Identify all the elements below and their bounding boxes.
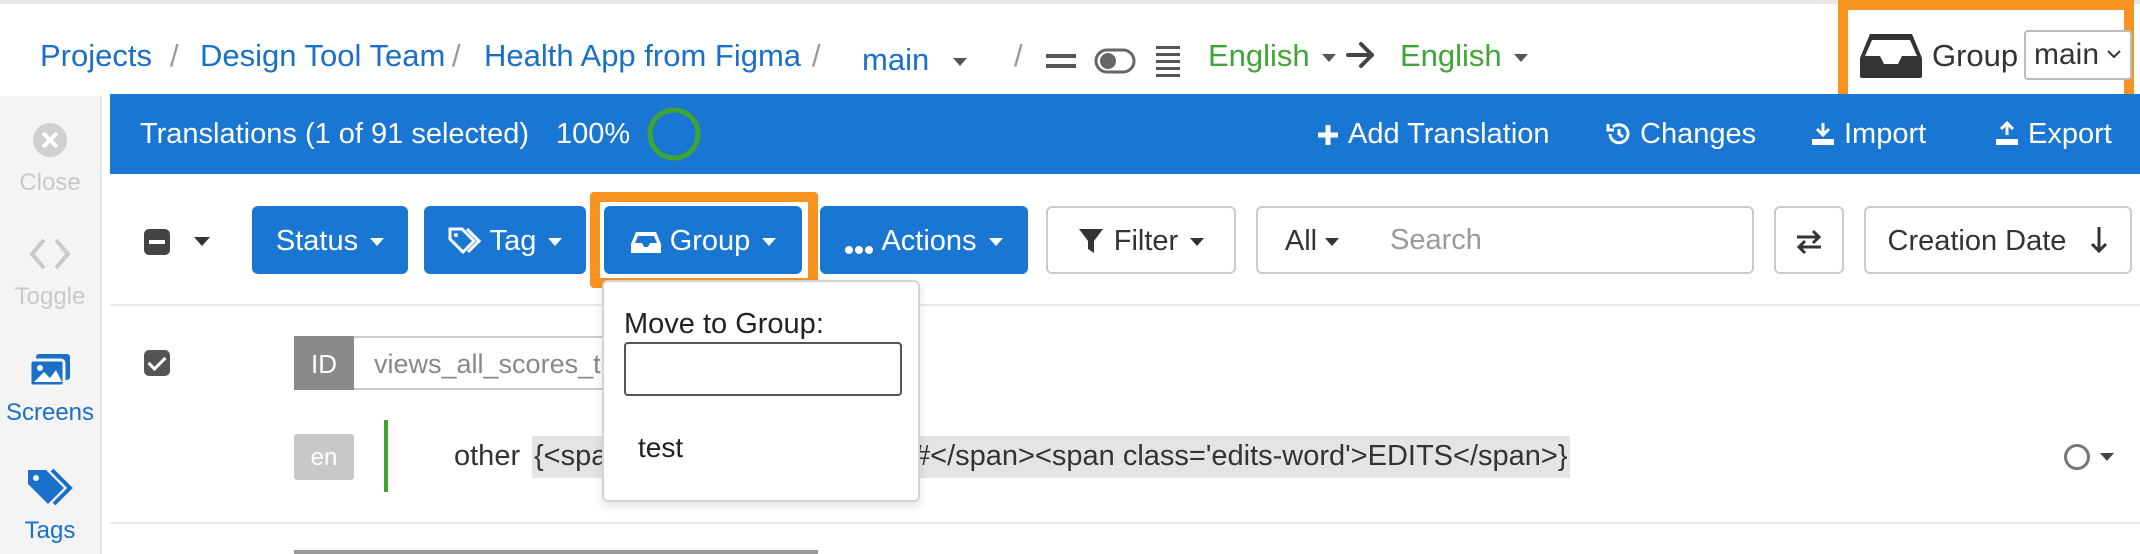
chevron-down-icon <box>1325 238 1340 247</box>
inbox-icon <box>1860 34 1922 78</box>
status-menu-caret-icon[interactable] <box>2100 453 2114 461</box>
breadcrumb-project[interactable]: Health App from Figma <box>484 38 801 74</box>
translations-header: Translations (1 of 91 selected) 100% Add… <box>110 94 2140 174</box>
breadcrumb-separator: / <box>170 38 179 73</box>
group-selected-value: main <box>2034 38 2100 71</box>
swap-languages-button[interactable] <box>1774 206 1844 274</box>
import-label: Import <box>1844 118 1927 150</box>
arrow-right-icon <box>1346 42 1374 68</box>
breadcrumb-separator: / <box>812 38 821 73</box>
move-to-group-title: Move to Group: <box>624 308 824 340</box>
move-to-group-dropdown: Move to Group: test <box>602 280 920 502</box>
export-label: Export <box>2028 118 2112 150</box>
plural-form-label: other <box>454 440 521 472</box>
progress-percent: 100% <box>556 118 631 150</box>
left-sidebar: Close Toggle Screens Tags <box>0 96 102 554</box>
row-divider <box>110 522 2140 524</box>
next-row-field-edge <box>294 550 818 554</box>
translation-id-field[interactable]: views_all_scores_te <box>354 336 614 390</box>
branch-selector[interactable]: main <box>862 42 968 78</box>
status-button-label: Status <box>275 225 359 257</box>
translation-status-bar <box>384 420 388 492</box>
actions-button[interactable]: Actions <box>820 206 1028 274</box>
status-button[interactable]: Status <box>252 206 408 274</box>
sidebar-item-label: Tags <box>24 517 76 544</box>
chevron-down-icon <box>988 238 1003 247</box>
sort-button[interactable]: Creation Date <box>1864 206 2132 274</box>
plus-icon <box>1318 125 1338 145</box>
breadcrumb-separator: / <box>1014 38 1023 73</box>
search-input[interactable] <box>1366 206 1754 274</box>
progress-ring <box>647 107 701 161</box>
filter-button[interactable]: Filter <box>1046 206 1236 274</box>
close-icon <box>33 123 67 157</box>
sidebar-item-label: Close <box>19 169 81 196</box>
sort-down-icon <box>2090 227 2107 254</box>
tag-button-label: Tag <box>489 225 537 257</box>
group-switcher-highlight: Group main <box>1838 0 2134 104</box>
group-button-highlight <box>590 192 818 288</box>
sort-button-label: Creation Date <box>1887 225 2067 257</box>
select-menu-caret-icon[interactable] <box>194 237 210 246</box>
select-all-checkbox[interactable] <box>144 229 170 255</box>
chevron-down-icon <box>1190 238 1205 247</box>
breadcrumb-team[interactable]: Design Tool Team <box>200 38 445 74</box>
tags-icon <box>28 468 73 506</box>
chevron-down-icon <box>548 238 563 247</box>
source-language: English <box>1208 38 1310 73</box>
chevron-down-icon <box>1513 53 1528 62</box>
top-bar: Projects / Design Tool Team / Health App… <box>0 0 2140 96</box>
group-select[interactable]: main <box>2024 30 2132 80</box>
sidebar-item-close[interactable]: Close <box>0 122 100 197</box>
chevron-down-icon <box>2107 50 2121 59</box>
export-icon <box>1996 120 2018 145</box>
import-button[interactable]: Import <box>1810 118 1926 151</box>
sidebar-item-screens[interactable]: Screens <box>0 352 100 427</box>
actions-button-label: Actions <box>881 225 977 257</box>
export-button[interactable]: Export <box>1994 118 2112 151</box>
chevron-down-icon <box>1321 53 1336 62</box>
language-tag: en <box>294 434 354 480</box>
view-toggle-icons[interactable] <box>1046 46 1196 78</box>
breadcrumb-projects[interactable]: Projects <box>40 38 152 74</box>
translation-text-start[interactable]: {<spa <box>532 436 610 478</box>
group-name-input[interactable] <box>624 342 902 396</box>
changes-label: Changes <box>1640 118 1757 150</box>
translation-text-end[interactable]: #</span><span class='edits-word'>EDITS</… <box>912 436 1570 478</box>
filter-icon <box>1078 229 1103 253</box>
branch-name: main <box>862 42 930 77</box>
changes-button[interactable]: Changes <box>1606 118 1756 151</box>
view-mode-controls <box>1046 46 1196 83</box>
chevron-down-icon <box>953 57 968 66</box>
images-icon <box>28 354 70 388</box>
group-option-test[interactable]: test <box>638 432 683 464</box>
source-language-selector[interactable]: English <box>1208 38 1336 74</box>
search-scope-label: All <box>1284 225 1318 257</box>
chevron-down-icon <box>370 238 385 247</box>
tag-button[interactable]: Tag <box>424 206 586 274</box>
translation-status-icon[interactable] <box>2064 444 2090 470</box>
add-translation-button[interactable]: Add Translation <box>1316 118 1550 151</box>
import-icon <box>1812 123 1834 145</box>
history-icon <box>1606 123 1630 145</box>
tags-icon <box>448 227 481 255</box>
sidebar-item-label: Screens <box>5 399 95 426</box>
ellipsis-icon <box>845 246 874 254</box>
id-tag: ID <box>294 336 354 390</box>
exchange-icon <box>1796 229 1822 255</box>
code-toggle-icon <box>29 238 71 270</box>
sidebar-item-toggle[interactable]: Toggle <box>0 236 100 311</box>
target-language-selector[interactable]: English <box>1400 38 1528 74</box>
add-translation-label: Add Translation <box>1348 118 1550 150</box>
breadcrumb-separator: / <box>452 38 461 73</box>
group-label: Group <box>1932 38 2019 73</box>
search-scope-select[interactable]: All <box>1256 206 1368 274</box>
translations-title: Translations (1 of 91 selected) <box>140 118 530 150</box>
sidebar-item-tags[interactable]: Tags <box>0 466 100 545</box>
target-language: English <box>1400 38 1502 73</box>
filter-button-label: Filter <box>1113 225 1179 257</box>
sidebar-item-label: Toggle <box>14 283 86 310</box>
row-checkbox[interactable] <box>144 350 170 376</box>
